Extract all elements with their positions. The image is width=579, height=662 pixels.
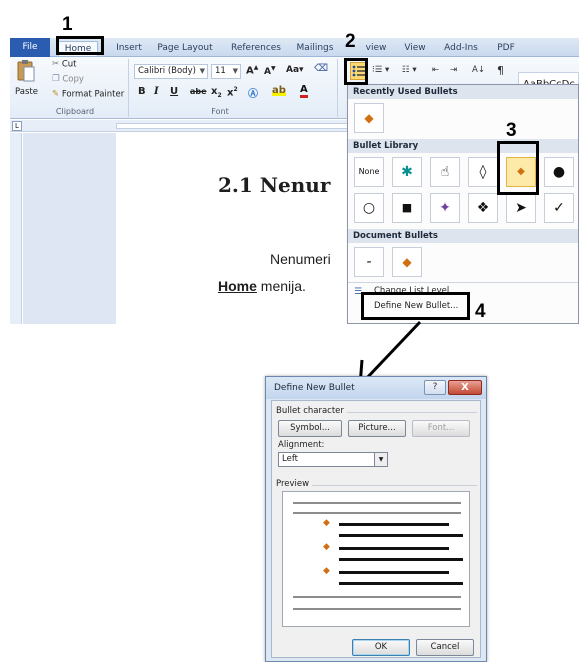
preview-line — [293, 596, 461, 598]
preview-line — [293, 502, 461, 504]
preview-bullet-icon: ◆ — [323, 542, 330, 552]
define-new-bullet-dialog: Define New Bullet ? X Bullet character S… — [265, 376, 487, 662]
preview-line — [339, 582, 463, 585]
help-button[interactable]: ? — [424, 380, 446, 395]
chevron-down-icon: ▼ — [374, 453, 387, 466]
picture-button[interactable]: Picture... — [348, 420, 406, 437]
preview-bullet-icon: ◆ — [323, 566, 330, 576]
preview-line — [339, 571, 449, 574]
preview-line — [339, 523, 449, 526]
alignment-value: Left — [282, 454, 298, 464]
preview-line — [293, 608, 461, 610]
preview-line — [339, 547, 449, 550]
bullet-character-section-label: Bullet character — [276, 406, 344, 416]
preview-line — [339, 534, 463, 537]
preview-line — [293, 512, 461, 514]
bullet-preview: ◆ ◆ ◆ — [282, 491, 470, 627]
preview-bullet-icon: ◆ — [323, 518, 330, 528]
font-button[interactable]: Font... — [412, 420, 470, 437]
preview-section-label: Preview — [276, 479, 310, 489]
close-button[interactable]: X — [448, 380, 482, 395]
ok-button[interactable]: OK — [352, 639, 410, 656]
alignment-label: Alignment: — [278, 440, 325, 450]
preview-line — [339, 558, 463, 561]
symbol-button[interactable]: Symbol... — [278, 420, 342, 437]
cancel-button[interactable]: Cancel — [416, 639, 474, 656]
alignment-select[interactable]: Left ▼ — [278, 452, 388, 467]
section-separator — [312, 485, 477, 486]
section-separator — [347, 412, 477, 413]
